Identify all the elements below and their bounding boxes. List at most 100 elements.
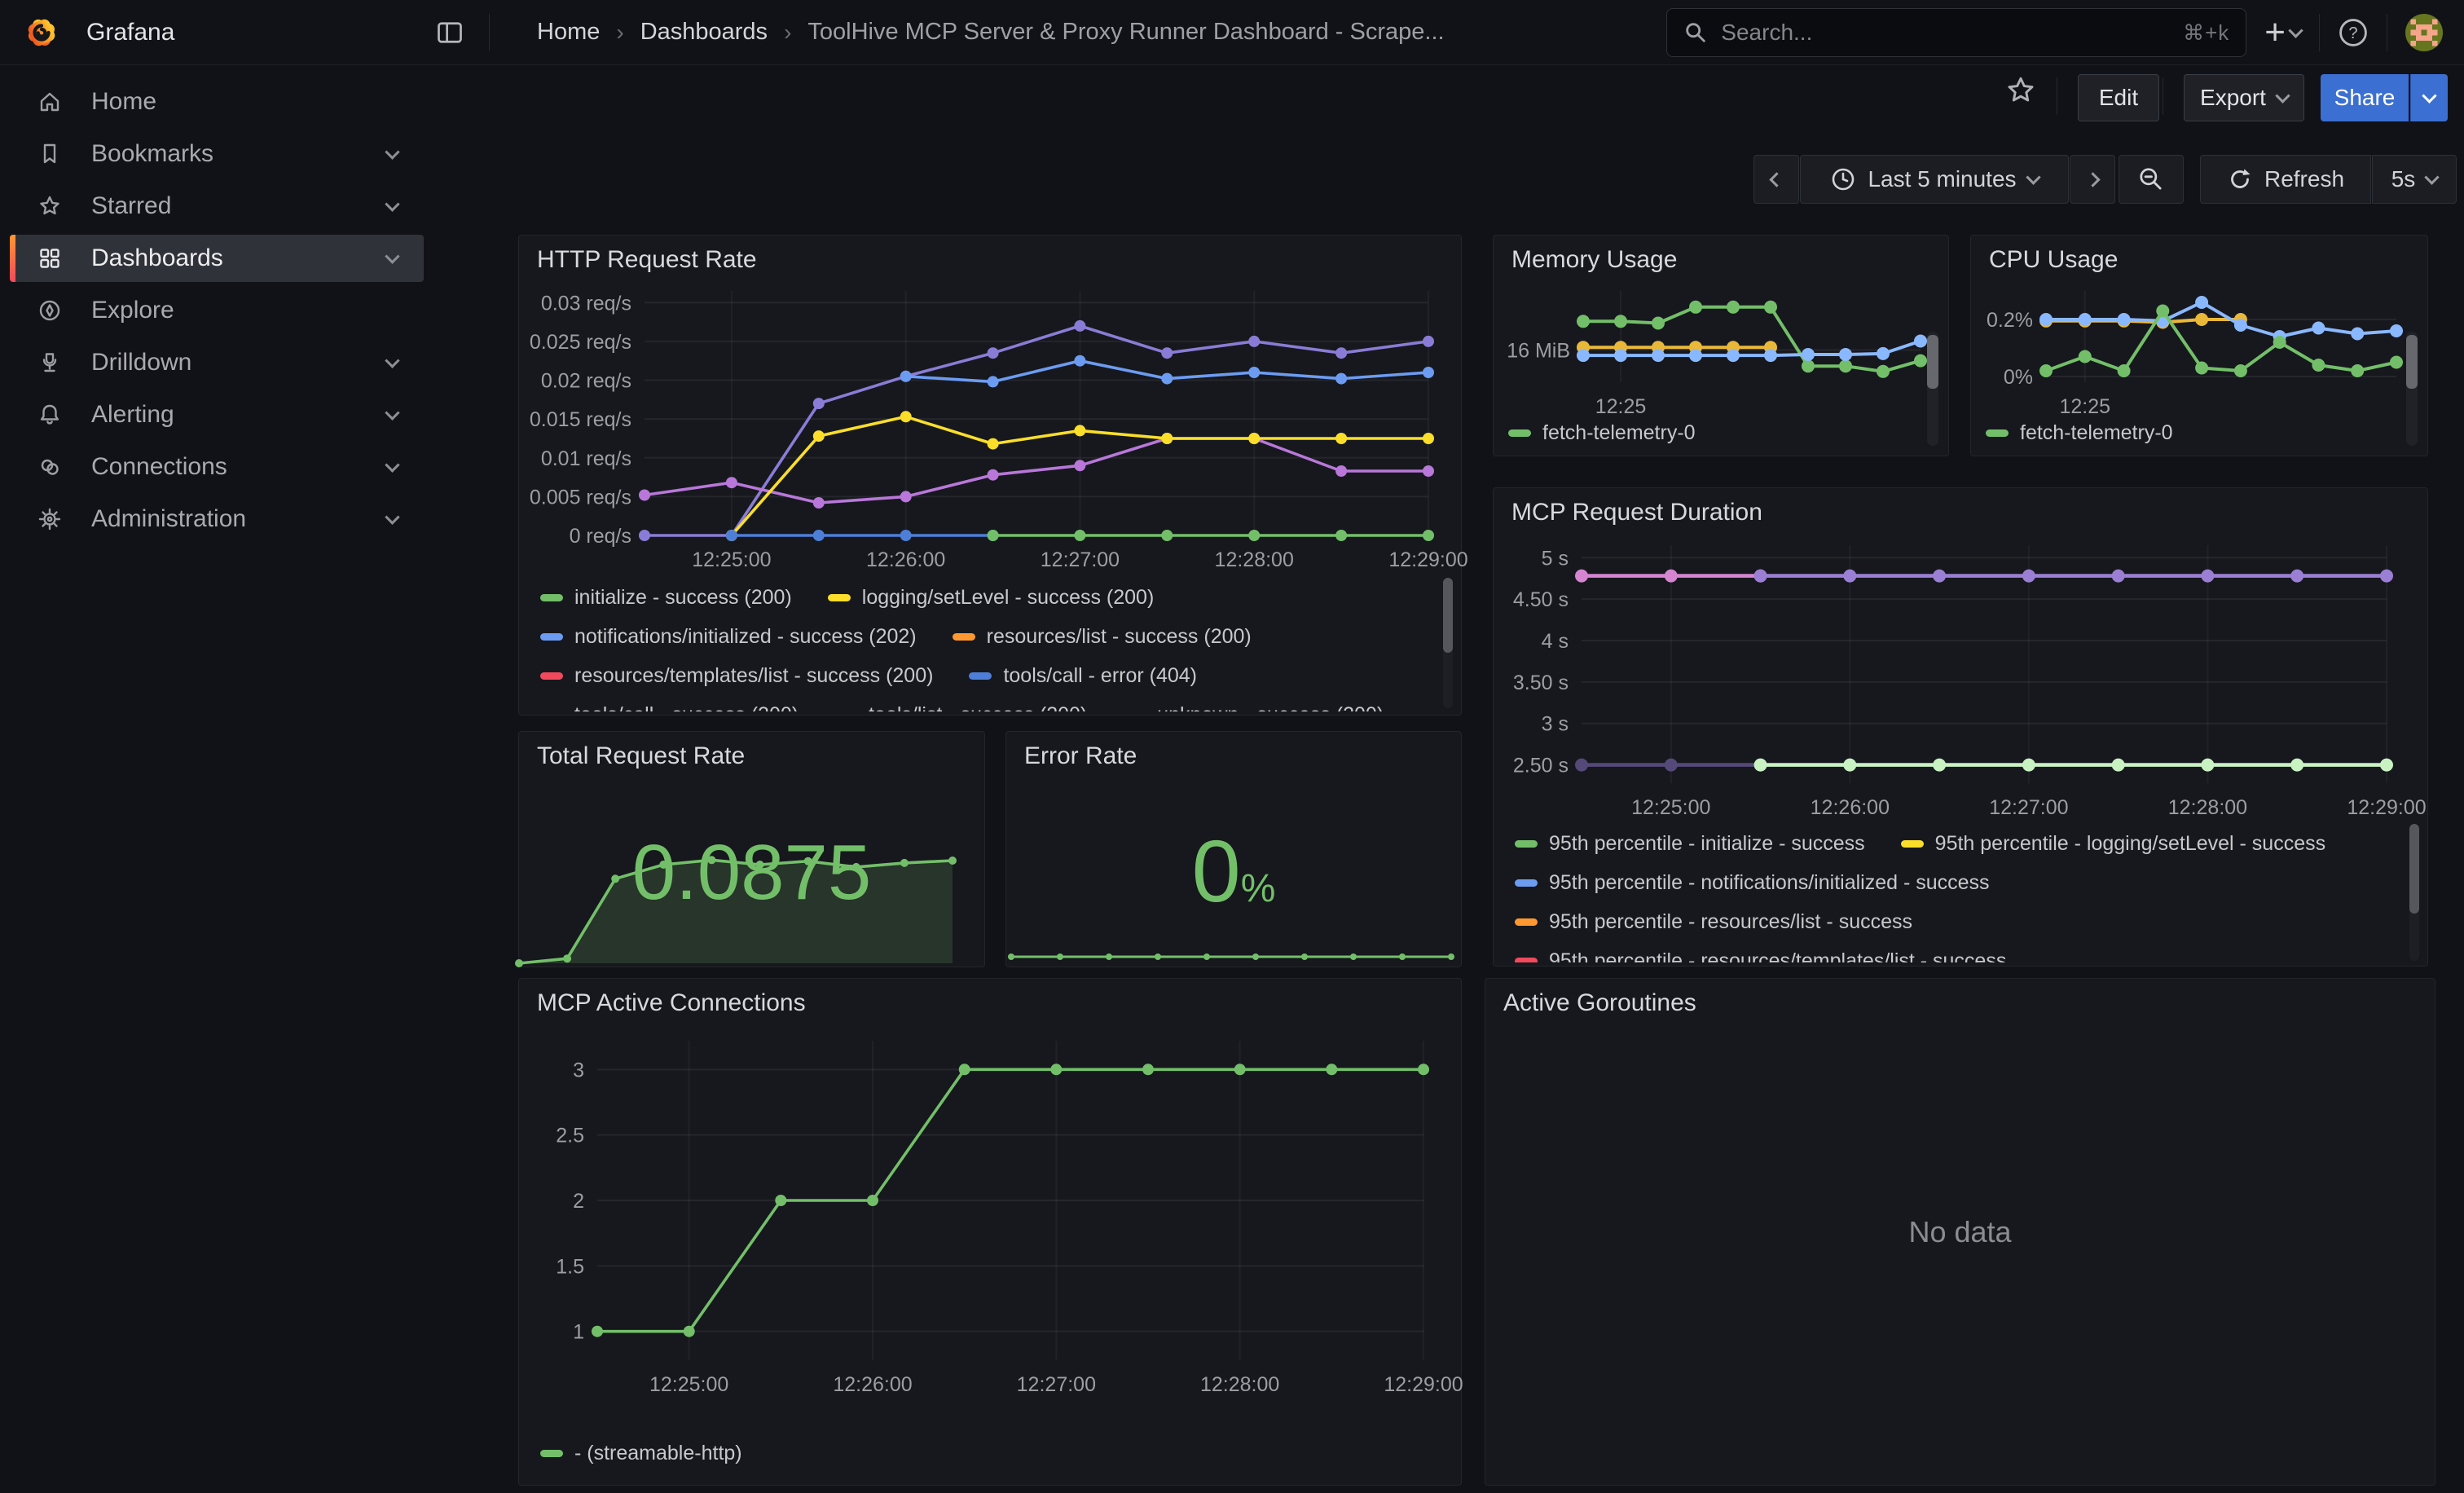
clock-icon	[1830, 166, 1856, 192]
panel-scrollbar[interactable]	[1927, 332, 1938, 446]
breadcrumb-dashboards[interactable]: Dashboards	[640, 19, 768, 46]
legend-item[interactable]: resources/templates/list - success (200)	[540, 664, 933, 688]
legend-item[interactable]: resources/list - success (200)	[953, 625, 1252, 649]
panel-title[interactable]: CPU Usage	[1971, 236, 2427, 280]
legend-item[interactable]: unknown - success (200)	[1123, 703, 1384, 712]
legend-item[interactable]: tools/call - success (200)	[540, 703, 799, 712]
svg-text:0%: 0%	[2004, 366, 2033, 389]
panel-active-goroutines: Active Goroutines No data	[1485, 978, 2435, 1486]
export-label: Export	[2200, 85, 2266, 111]
legend-swatch	[540, 594, 563, 601]
svg-text:3 s: 3 s	[1542, 713, 1569, 736]
help-button[interactable]: ?	[2338, 17, 2369, 48]
sidebar-item-explore[interactable]: Explore	[10, 287, 424, 334]
panel-http-request-rate: HTTP Request Rate 0 req/s0.005 req/s0.01…	[518, 235, 1462, 716]
plus-icon: +	[2264, 16, 2286, 49]
svg-text:12:26:00: 12:26:00	[833, 1373, 912, 1396]
user-avatar[interactable]	[2405, 14, 2443, 51]
active-accent-bar	[10, 235, 15, 282]
star-icon	[2004, 74, 2037, 107]
memory-usage-chart[interactable]: 16 MiB12:25	[1498, 280, 1938, 416]
legend-item[interactable]: fetch-telemetry-0	[1986, 421, 2173, 445]
export-button[interactable]: Export	[2184, 74, 2304, 121]
panel-total-request-rate: Total Request Rate 0.0875	[518, 731, 985, 967]
svg-text:12:26:00: 12:26:00	[866, 548, 945, 571]
share-menu-button[interactable]	[2410, 74, 2448, 121]
sidebar-item-dashboards[interactable]: Dashboards	[10, 235, 424, 282]
favorite-button[interactable]	[2004, 74, 2037, 111]
search-container[interactable]: ⌘+k	[1666, 8, 2246, 57]
svg-text:12:29:00: 12:29:00	[2347, 796, 2426, 819]
sidebar-item-bookmarks[interactable]: Bookmarks	[10, 130, 424, 178]
edit-button[interactable]: Edit	[2078, 74, 2159, 121]
legend-item[interactable]: tools/call - error (404)	[969, 664, 1197, 688]
svg-text:16 MiB: 16 MiB	[1507, 339, 1570, 362]
time-range-picker[interactable]: Last 5 minutes	[1800, 155, 2069, 204]
legend-swatch	[540, 711, 563, 712]
time-back-button[interactable]	[1753, 155, 1799, 204]
chevron-down-icon	[385, 196, 399, 211]
mcp-request-duration-chart[interactable]: 2.50 s3 s3.50 s4 s4.50 s5 s12:25:0012:26…	[1497, 532, 2419, 822]
panel-title[interactable]: MCP Request Duration	[1494, 488, 2427, 532]
legend-item[interactable]: 95th percentile - logging/setLevel - suc…	[1901, 832, 2325, 856]
share-button[interactable]: Share	[2321, 74, 2409, 121]
bookmark-icon	[37, 142, 62, 166]
sidebar-item-drilldown[interactable]: Drilldown	[10, 339, 424, 386]
legend-scrollbar[interactable]	[2409, 824, 2419, 961]
zoom-out-button[interactable]	[2119, 155, 2184, 204]
svg-text:12:29:00: 12:29:00	[1384, 1373, 1463, 1396]
brand-title: Grafana	[86, 19, 174, 46]
sidebar-toggle-icon[interactable]	[435, 18, 464, 47]
sidebar-item-label: Explore	[91, 297, 174, 324]
svg-text:12:25:00: 12:25:00	[1631, 796, 1710, 819]
legend-item[interactable]: notifications/initialized - success (202…	[540, 625, 917, 649]
legend-item[interactable]: - (streamable-http)	[540, 1442, 742, 1465]
breadcrumb-home[interactable]: Home	[537, 19, 600, 46]
svg-text:0.005 req/s: 0.005 req/s	[530, 486, 631, 509]
legend-item[interactable]: logging/setLevel - success (200)	[828, 586, 1155, 610]
legend-item[interactable]: 95th percentile - notifications/initiali…	[1515, 871, 1990, 895]
sidebar-item-starred[interactable]: Starred	[10, 183, 424, 230]
panel-title[interactable]: MCP Active Connections	[519, 979, 1461, 1023]
sidebar-item-connections[interactable]: Connections	[10, 443, 424, 491]
sidebar-item-home[interactable]: Home	[10, 78, 424, 126]
time-forward-button[interactable]	[2070, 155, 2115, 204]
legend-item[interactable]: fetch-telemetry-0	[1508, 421, 1696, 445]
legend-item[interactable]: 95th percentile - resources/list - succe…	[1515, 910, 1912, 934]
svg-text:0.025 req/s: 0.025 req/s	[530, 331, 631, 354]
legend-swatch	[1508, 429, 1531, 437]
http-request-rate-chart[interactable]: 0 req/s0.005 req/s0.01 req/s0.015 req/s0…	[522, 280, 1456, 575]
sidebar: Home Bookmarks Starred Dashboards Explo	[0, 78, 491, 543]
avatar-pixel-art	[2405, 14, 2443, 51]
panel-title[interactable]: Memory Usage	[1494, 236, 1948, 280]
panel-cpu-usage: CPU Usage 0.2%0%12:25 fetch-telemetry-0	[1970, 235, 2428, 456]
panel-title[interactable]: HTTP Request Rate	[519, 236, 1461, 280]
mcp-active-connections-chart[interactable]: 11.522.5312:25:0012:26:0012:27:0012:28:0…	[522, 1023, 1456, 1406]
sidebar-item-label: Administration	[91, 505, 246, 533]
search-input[interactable]	[1721, 20, 2170, 46]
sidebar-item-alerting[interactable]: Alerting	[10, 391, 424, 438]
panel-scrollbar[interactable]	[2406, 332, 2418, 446]
refresh-interval-picker[interactable]: 5s	[2372, 155, 2457, 204]
refresh-icon	[2227, 166, 2253, 192]
legend-item[interactable]: initialize - success (200)	[540, 586, 792, 610]
chevron-right-icon	[2085, 172, 2100, 187]
panel-title[interactable]: Error Rate	[1006, 732, 1461, 776]
new-button[interactable]: +	[2264, 16, 2301, 49]
chevron-down-icon	[385, 509, 399, 524]
legend-item[interactable]: 95th percentile - resources/templates/li…	[1515, 949, 2006, 963]
grafana-logo[interactable]	[24, 15, 59, 50]
refresh-button[interactable]: Refresh	[2200, 155, 2371, 204]
legend-scrollbar[interactable]	[1443, 578, 1453, 708]
breadcrumb: Home › Dashboards › ToolHive MCP Server …	[490, 19, 1445, 46]
legend-item[interactable]: 95th percentile - initialize - success	[1515, 832, 1865, 856]
svg-text:4.50 s: 4.50 s	[1513, 588, 1569, 611]
sidebar-item-label: Starred	[91, 192, 171, 220]
legend-swatch	[1515, 840, 1538, 848]
cpu-usage-chart[interactable]: 0.2%0%12:25	[1976, 280, 2419, 416]
legend-item[interactable]: tools/list - success (200)	[834, 703, 1087, 712]
panel-title[interactable]: Total Request Rate	[519, 732, 984, 776]
dashboards-grid-icon	[37, 246, 62, 271]
topbar-divider	[2319, 14, 2320, 51]
sidebar-item-administration[interactable]: Administration	[10, 495, 424, 543]
